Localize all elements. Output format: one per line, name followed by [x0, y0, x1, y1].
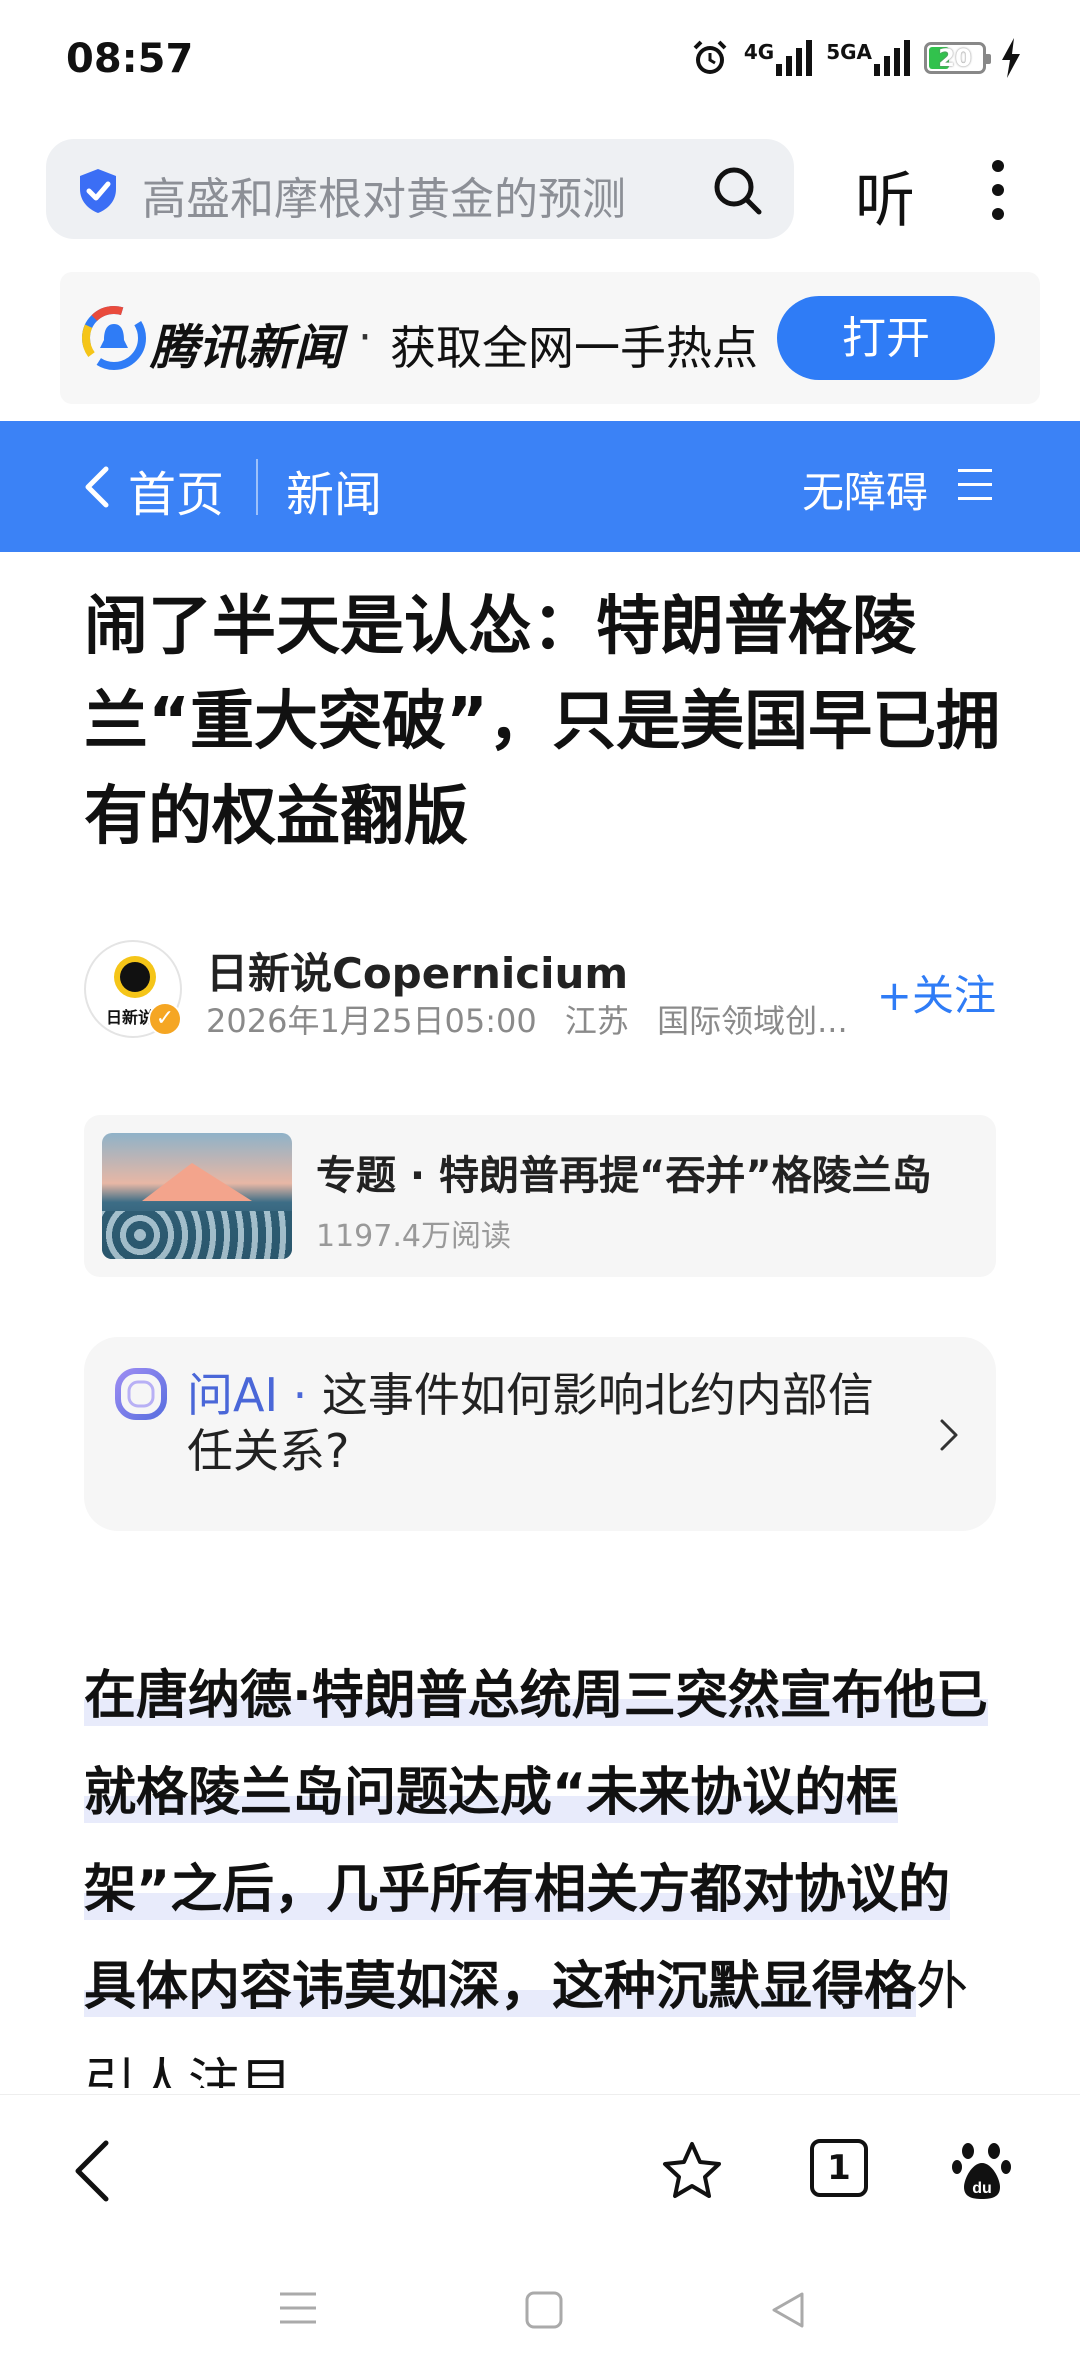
- svg-text:du: du: [972, 2180, 992, 2197]
- topic-thumbnail: [102, 1133, 292, 1259]
- more-options-icon[interactable]: [985, 160, 1011, 220]
- follow-button[interactable]: +关注: [877, 962, 996, 1023]
- search-input[interactable]: 高盛和摩根对黄金的预测: [142, 163, 626, 227]
- follow-label: 关注: [911, 971, 996, 1020]
- news-section-link[interactable]: 新闻: [286, 455, 382, 525]
- topic-card[interactable]: 专题 · 特朗普再提“吞并”格陵兰岛 1197.4万阅读: [84, 1115, 996, 1277]
- recent-apps-icon[interactable]: [278, 2290, 318, 2326]
- charging-bolt-icon: [1002, 38, 1020, 78]
- menu-icon[interactable]: [958, 469, 992, 503]
- status-icons: 4G 5GA 20: [690, 38, 1022, 78]
- chevron-right-icon: [940, 1419, 958, 1451]
- shield-check-icon: [80, 169, 116, 213]
- body-lead-bold: 在唐纳德·特朗普总统周三突然宣布他已就格陵兰岛问题达成“未来协议的框架”之后，几…: [84, 1666, 988, 2017]
- ask-ai-card[interactable]: 问AI · 这事件如何影响北约内部信任关系?: [84, 1337, 996, 1531]
- article-body: 在唐纳德·特朗普总统周三突然宣布他已就格陵兰岛问题达成“未来协议的框架”之后，几…: [84, 1648, 999, 2088]
- listen-button[interactable]: 听: [855, 152, 915, 239]
- home-link[interactable]: 首页: [128, 455, 224, 525]
- tabs-count-button[interactable]: 1: [810, 2139, 868, 2197]
- article-title: 闹了半天是认怂：特朗普格陵兰“重大突破”，只是美国早已拥有的权益翻版: [84, 590, 1001, 854]
- ask-ai-separator: ·: [278, 1368, 322, 1422]
- accessibility-button[interactable]: 无障碍: [802, 459, 928, 520]
- nav-divider: [256, 459, 258, 515]
- browser-toolbar: 1 du: [0, 2094, 1080, 2245]
- topic-read-count: 1197.4万阅读: [316, 1219, 511, 1254]
- ai-ring-icon: [115, 1368, 167, 1420]
- network-5ga-label: 5GA: [826, 40, 872, 64]
- article-meta: 2026年1月25日05:00 江苏 国际领域创...: [206, 996, 866, 1042]
- author-tag: 国际领域创...: [657, 1002, 848, 1040]
- topic-title: 专题 · 特朗普再提“吞并”格陵兰岛: [316, 1153, 932, 1199]
- location: 江苏: [564, 1002, 629, 1040]
- alarm-icon: [693, 40, 727, 74]
- article-nav-bar: 首页 新闻 无障碍: [0, 421, 1080, 552]
- signal-5ga: 5GA: [826, 40, 910, 76]
- signal-bars-icon: [874, 40, 910, 76]
- system-nav-bar: [0, 2244, 1080, 2376]
- ask-ai-prefix: 问AI: [187, 1368, 279, 1422]
- star-bookmark-icon[interactable]: [660, 2139, 724, 2203]
- author-row: 日新说 ✓ 日新说Copernicium 2026年1月25日05:00 江苏 …: [84, 940, 996, 1040]
- brand-name: 腾讯新闻: [150, 320, 343, 376]
- baidu-paw-icon[interactable]: du: [952, 2139, 1012, 2201]
- search-icon[interactable]: [710, 163, 764, 217]
- tencent-news-logo-icon: [82, 306, 146, 370]
- app-promo-banner[interactable]: 腾讯新闻 · 获取全网一手热点 打开: [60, 272, 1040, 404]
- banner-separator: ·: [358, 312, 372, 363]
- signal-bars-icon: [776, 40, 813, 76]
- back-arrow-icon[interactable]: [72, 2139, 112, 2203]
- home-square-icon[interactable]: [524, 2290, 564, 2330]
- verified-badge-icon: ✓: [148, 1002, 182, 1036]
- ask-ai-text: 问AI · 这事件如何影响北约内部信任关系?: [187, 1367, 907, 1479]
- search-bar[interactable]: 高盛和摩根对黄金的预测: [46, 139, 794, 239]
- status-bar: 08:57 4G 5GA 20: [0, 0, 1080, 125]
- network-4g-label: 4G: [743, 40, 775, 64]
- publish-date: 2026年1月25日05:00: [206, 1002, 537, 1040]
- plus-icon: +: [876, 971, 912, 1020]
- banner-slogan: 获取全网一手热点: [390, 321, 758, 375]
- battery-level: 20: [938, 44, 972, 72]
- chevron-left-icon[interactable]: [80, 465, 112, 509]
- open-app-button[interactable]: 打开: [777, 296, 995, 380]
- author-name[interactable]: 日新说Copernicium: [206, 940, 628, 1001]
- signal-4g: 4G: [743, 40, 813, 76]
- back-triangle-icon[interactable]: [770, 2290, 806, 2330]
- status-time: 08:57: [66, 36, 194, 82]
- battery-icon: 20: [924, 42, 991, 74]
